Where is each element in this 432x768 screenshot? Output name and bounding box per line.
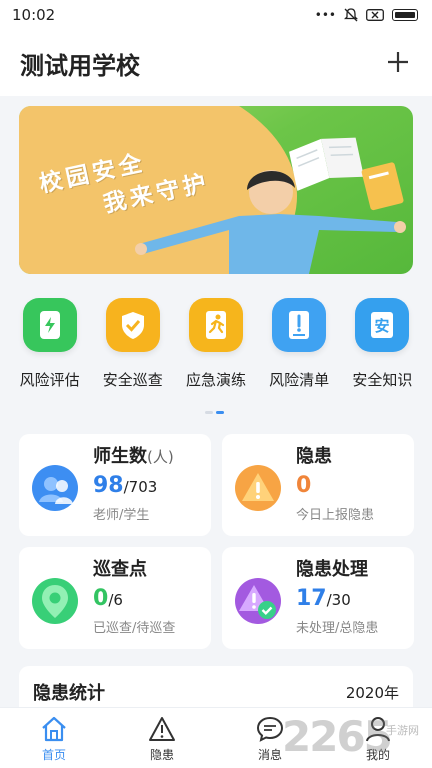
quick-item-label: 风险评估 bbox=[19, 371, 80, 389]
card-hazards[interactable]: 隐患 0 今日上报隐患 bbox=[222, 434, 414, 536]
shield-check-icon bbox=[105, 298, 160, 352]
app-header: 测试用学校 bbox=[0, 30, 432, 96]
svg-text:安: 安 bbox=[375, 317, 390, 335]
card-subtitle: 未处理/总隐患 bbox=[296, 620, 379, 636]
watermark-text: 手游网 bbox=[386, 724, 419, 737]
quick-menu: 风险评估 安全巡查 应急演练 风险清单 安 安全知识 bbox=[0, 298, 432, 396]
quick-item-emergency-drill[interactable]: 应急演练 bbox=[177, 298, 255, 396]
card-subtitle: 老师/学生 bbox=[93, 507, 150, 523]
tab-label: 隐患 bbox=[149, 748, 174, 762]
card-value: 0 bbox=[296, 472, 312, 498]
quick-item-risk-list[interactable]: 风险清单 bbox=[260, 298, 338, 396]
quick-item-risk-assessment[interactable]: 风险评估 bbox=[11, 298, 89, 396]
card-title: 隐患处理 bbox=[296, 559, 368, 580]
battery-icon bbox=[392, 9, 418, 21]
tab-label: 首页 bbox=[41, 748, 66, 762]
card-total: /6 bbox=[108, 590, 123, 609]
warning-icon bbox=[149, 717, 175, 741]
card-value: 98 bbox=[93, 472, 124, 498]
card-value: 17 bbox=[296, 585, 327, 611]
home-icon bbox=[42, 716, 66, 742]
bell-muted-icon bbox=[344, 8, 358, 22]
card-teachers-students[interactable]: 师生数(人) 98/703 老师/学生 bbox=[19, 434, 211, 536]
status-bar: 10:02 ••• bbox=[0, 0, 432, 30]
card-hazard-handling[interactable]: 隐患处理 17/30 未处理/总隐患 bbox=[222, 547, 414, 649]
list-warning-icon bbox=[272, 298, 327, 352]
quick-item-safety-knowledge[interactable]: 安 安全知识 bbox=[343, 298, 421, 396]
plus-icon bbox=[388, 52, 408, 72]
section-title: 隐患统计 bbox=[33, 683, 105, 704]
location-pin-icon bbox=[31, 577, 79, 625]
no-sim-icon bbox=[366, 9, 384, 21]
warning-triangle-icon bbox=[234, 464, 282, 512]
card-total: /703 bbox=[123, 477, 158, 496]
card-patrol-points[interactable]: 巡查点 0/6 已巡查/待巡查 bbox=[19, 547, 211, 649]
card-title: 隐患 bbox=[296, 446, 332, 467]
status-time: 10:02 bbox=[12, 6, 56, 24]
card-subtitle: 今日上报隐患 bbox=[296, 507, 375, 523]
quick-item-label: 应急演练 bbox=[185, 371, 246, 389]
safety-book-icon: 安 bbox=[355, 298, 410, 352]
card-subtitle: 已巡查/待巡查 bbox=[93, 620, 176, 636]
tab-label: 消息 bbox=[257, 748, 282, 762]
warning-check-icon bbox=[234, 577, 282, 625]
lightning-phone-icon bbox=[22, 298, 77, 352]
add-button[interactable] bbox=[386, 46, 410, 80]
card-title: 师生数 bbox=[93, 446, 147, 467]
running-man-icon bbox=[188, 298, 243, 352]
page-dot bbox=[205, 411, 213, 414]
more-dots-icon: ••• bbox=[314, 8, 336, 22]
message-icon bbox=[256, 716, 284, 742]
tab-home[interactable]: 首页 bbox=[0, 708, 108, 768]
year-selector[interactable]: 2020年 bbox=[346, 682, 399, 703]
quick-item-label: 安全巡查 bbox=[102, 371, 163, 389]
card-total: /30 bbox=[326, 590, 351, 609]
card-unit: (人) bbox=[147, 448, 174, 466]
watermark-logo: 2265 bbox=[282, 712, 393, 761]
status-icons: ••• bbox=[315, 8, 418, 22]
page-indicator bbox=[205, 411, 224, 414]
people-icon bbox=[31, 464, 79, 512]
card-title: 巡查点 bbox=[93, 559, 147, 580]
quick-item-safety-patrol[interactable]: 安全巡查 bbox=[94, 298, 172, 396]
page-dot-active bbox=[216, 411, 224, 414]
tab-hazards[interactable]: 隐患 bbox=[108, 708, 216, 768]
quick-item-label: 安全知识 bbox=[352, 371, 413, 389]
quick-item-label: 风险清单 bbox=[269, 371, 330, 389]
card-value: 0 bbox=[93, 585, 109, 611]
page-title: 测试用学校 bbox=[20, 51, 140, 80]
